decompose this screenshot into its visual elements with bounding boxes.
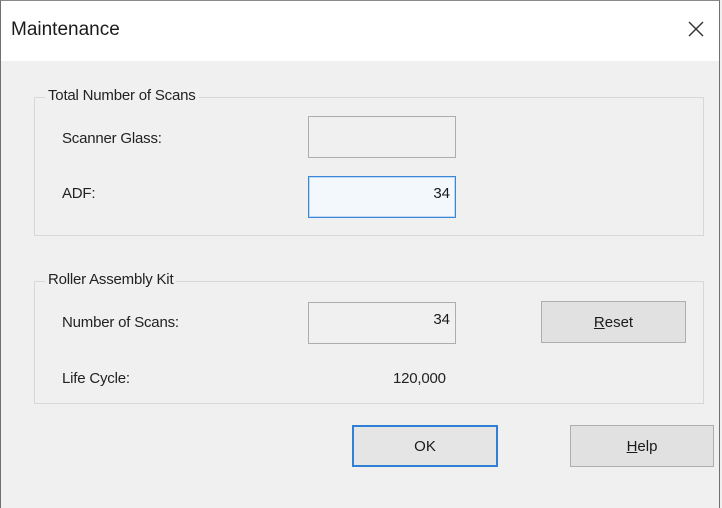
- number-of-scans-field: 34: [308, 302, 456, 344]
- roller-kit-group-label: Roller Assembly Kit: [45, 271, 177, 288]
- scanner-glass-label: Scanner Glass:: [62, 130, 162, 147]
- maintenance-dialog: Maintenance Total Number of Scans Scanne…: [0, 0, 720, 508]
- scanner-glass-field: [308, 116, 456, 158]
- reset-button[interactable]: Reset: [541, 301, 686, 343]
- help-button[interactable]: Help: [570, 425, 714, 467]
- window-title: Maintenance: [11, 19, 120, 40]
- ok-button[interactable]: OK: [352, 425, 498, 467]
- reset-mnemonic: R: [593, 313, 605, 331]
- total-scans-group-label: Total Number of Scans: [45, 87, 199, 104]
- number-of-scans-label: Number of Scans:: [62, 314, 179, 331]
- adf-label: ADF:: [62, 185, 96, 202]
- ok-label: OK: [414, 437, 436, 455]
- close-button[interactable]: [673, 9, 719, 49]
- help-label: elp: [637, 437, 658, 455]
- help-mnemonic: H: [626, 437, 638, 455]
- adf-field: 34: [308, 176, 456, 218]
- close-icon: [688, 21, 704, 37]
- reset-label: eset: [604, 313, 634, 331]
- title-bar: Maintenance: [1, 1, 719, 61]
- life-cycle-value: 120,000: [393, 370, 446, 387]
- life-cycle-label: Life Cycle:: [62, 370, 130, 387]
